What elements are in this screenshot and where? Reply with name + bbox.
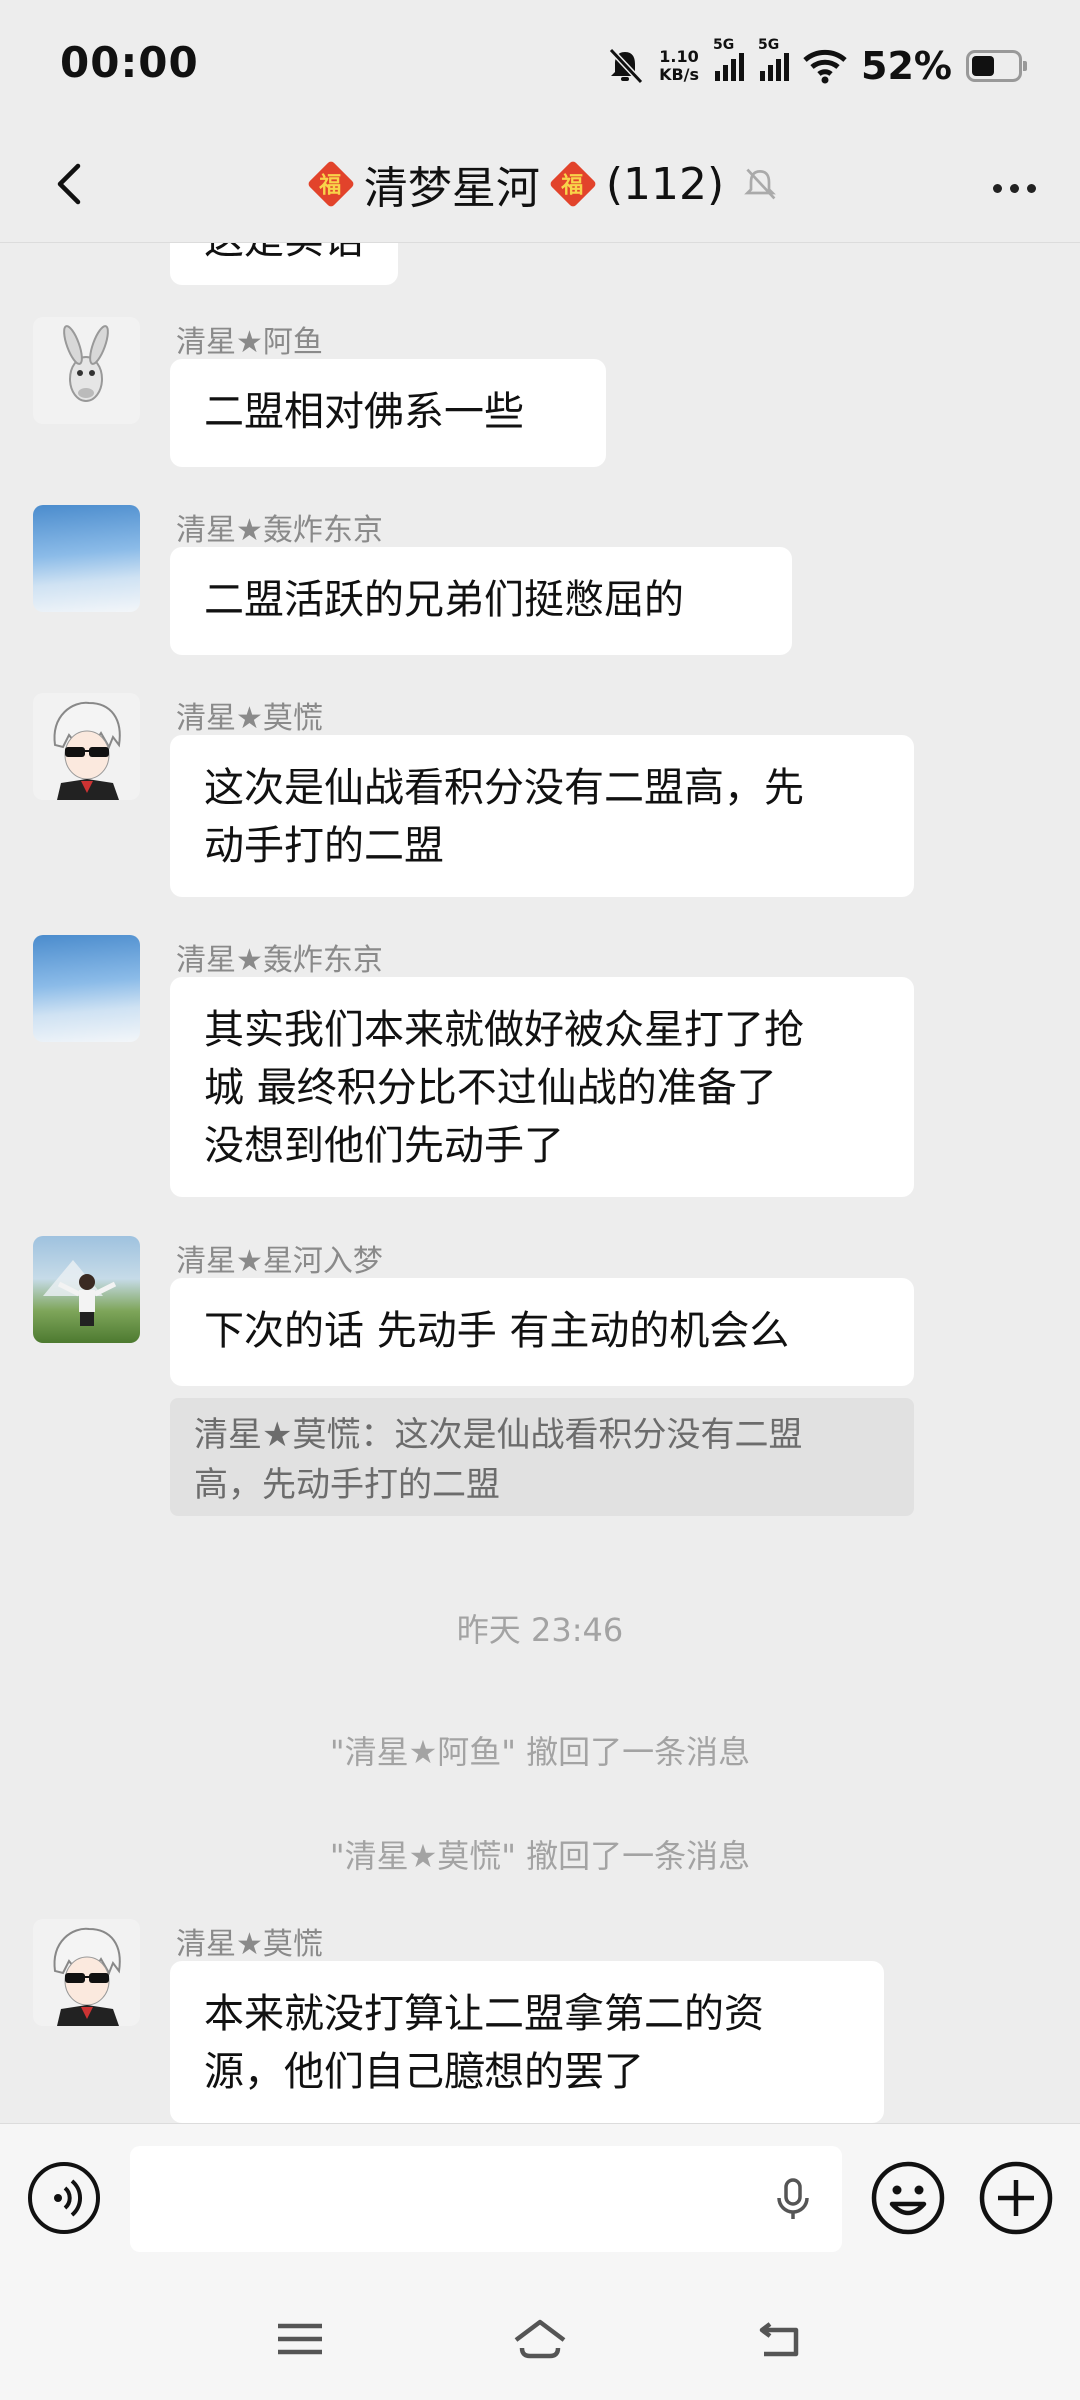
network-speed-unit: KB/s: [659, 65, 700, 84]
input-bar: [0, 2123, 1080, 2276]
message-text-line: 城 最终积分比不过仙战的准备了: [204, 1065, 777, 1111]
bell-muted-icon: [744, 168, 777, 200]
chat-header: 清梦星河 (112): [0, 130, 1080, 243]
network-speed-value: 1.10: [659, 47, 699, 66]
voice-input-button[interactable]: [28, 2162, 100, 2234]
message-text-line: 本来就没打算让二盟拿第二的资: [204, 1991, 764, 2037]
emoji-icon[interactable]: [870, 2160, 946, 2236]
message-text-line: 这次是仙战看积分没有二盟高，先: [204, 765, 804, 811]
avatar[interactable]: [33, 317, 140, 424]
avatar[interactable]: [33, 693, 140, 800]
sender-name: 清星★轰炸东京: [176, 513, 383, 548]
status-bar: 00:00 1.10 KB/s 5G 5G 52%: [0, 0, 1080, 130]
message-text-line: 其实我们本来就做好被众星打了抢: [204, 1007, 804, 1053]
message-text: 下次的话 先动手 有主动的机会么: [204, 1308, 790, 1354]
voice-wave-icon: [54, 2179, 83, 2217]
system-nav-bar: [0, 2276, 1080, 2400]
recall-notice: "清星★莫慌" 撤回了一条消息: [329, 1837, 751, 1875]
network-speed: 1.10 KB/s: [659, 48, 699, 84]
timestamp: 昨天 23:46: [456, 1611, 624, 1649]
fu-icon: [548, 159, 597, 209]
member-count: (112): [605, 158, 725, 210]
more-options-icon[interactable]: [984, 158, 1044, 218]
message-list[interactable]: 这是实话 清星★阿鱼 二盟相对佛系一些 清星★轰炸东京 二盟活跃的兄弟们挺憋屈的: [0, 243, 1080, 2123]
recall-notice: "清星★阿鱼" 撤回了一条消息: [329, 1733, 751, 1771]
avatar[interactable]: [33, 505, 140, 612]
sender-name: 清星★莫慌: [176, 1927, 323, 1962]
back-nav-icon[interactable]: [752, 2314, 812, 2364]
sim1-label: 5G: [713, 37, 735, 53]
message-text: 这是实话: [204, 243, 364, 263]
microphone-icon[interactable]: [768, 2174, 818, 2224]
home-icon[interactable]: [510, 2314, 570, 2364]
message-text-line: 源，他们自己臆想的罢了: [204, 2049, 644, 2095]
quoted-text-line: 清星★莫慌：这次是仙战看积分没有二盟: [194, 1415, 803, 1455]
clock: 00:00: [60, 38, 199, 87]
sender-name: 清星★阿鱼: [176, 325, 323, 360]
message-bubble[interactable]: 这是实话: [170, 243, 398, 285]
battery-icon: [966, 50, 1027, 82]
menu-icon[interactable]: [270, 2314, 330, 2364]
battery-percent: 52%: [861, 44, 952, 88]
quoted-text-line: 高，先动手打的二盟: [194, 1465, 500, 1505]
sender-name: 清星★轰炸东京: [176, 943, 383, 978]
avatar[interactable]: [33, 1919, 140, 2026]
add-icon[interactable]: [978, 2160, 1054, 2236]
message-bubble[interactable]: 下次的话 先动手 有主动的机会么: [170, 1278, 914, 1386]
fu-icon: [306, 159, 355, 209]
avatar[interactable]: [33, 935, 140, 1042]
sender-name: 清星★莫慌: [176, 701, 323, 736]
avatar[interactable]: [33, 1236, 140, 1343]
message-bubble[interactable]: 二盟相对佛系一些: [170, 359, 606, 467]
message-text-line: 动手打的二盟: [204, 823, 444, 869]
chat-title: 清梦星河 (112): [0, 152, 1080, 216]
sim2-label: 5G: [758, 37, 780, 53]
message-bubble[interactable]: 其实我们本来就做好被众星打了抢 城 最终积分比不过仙战的准备了 没想到他们先动手…: [170, 977, 914, 1197]
group-name: 清梦星河: [363, 163, 540, 214]
message-bubble[interactable]: 本来就没打算让二盟拿第二的资 源，他们自己臆想的罢了: [170, 1961, 884, 2123]
quoted-reply[interactable]: 清星★莫慌：这次是仙战看积分没有二盟 高，先动手打的二盟: [170, 1398, 914, 1516]
wifi-icon: [803, 49, 847, 84]
message-text: 二盟相对佛系一些: [204, 389, 524, 435]
sender-name: 清星★星河入梦: [176, 1244, 383, 1279]
bell-muted-icon: [608, 47, 644, 85]
signal-icon: 5G: [758, 37, 790, 81]
message-bubble[interactable]: 这次是仙战看积分没有二盟高，先 动手打的二盟: [170, 735, 914, 897]
message-text-line: 没想到他们先动手了: [204, 1123, 564, 1169]
signal-icon: 5G: [713, 37, 745, 81]
message-input[interactable]: [130, 2146, 842, 2252]
message-bubble[interactable]: 二盟活跃的兄弟们挺憋屈的: [170, 547, 792, 655]
message-text: 二盟活跃的兄弟们挺憋屈的: [204, 577, 684, 623]
